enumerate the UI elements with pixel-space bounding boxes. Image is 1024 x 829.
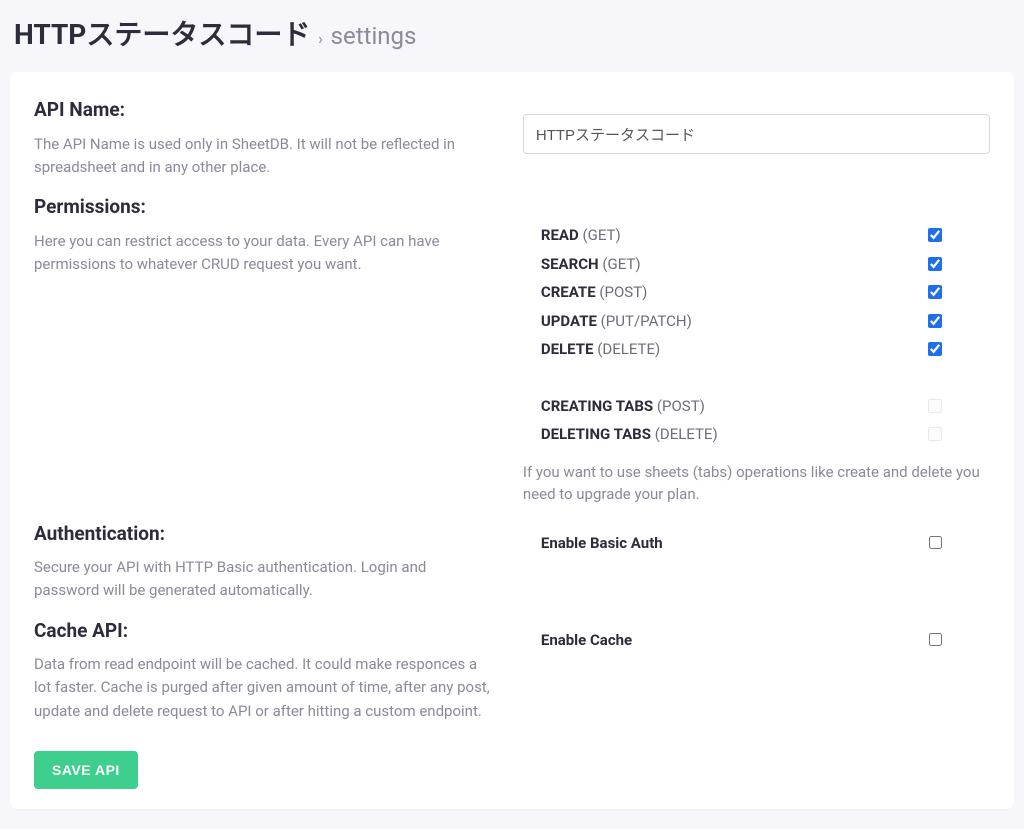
perm-creating-tabs-row: CREATING TABS (POST) <box>523 392 990 421</box>
perm-update-label: UPDATE (PUT/PATCH) <box>541 310 692 333</box>
tabs-upgrade-note: If you want to use sheets (tabs) operati… <box>523 461 990 506</box>
save-api-button[interactable]: SAVE API <box>34 751 138 789</box>
permissions-desc: Here you can restrict access to your dat… <box>34 230 493 277</box>
perm-create-label: CREATE (POST) <box>541 281 648 304</box>
breadcrumb-sub: settings <box>331 22 417 50</box>
section-cache: Cache API: Data from read endpoint will … <box>34 617 990 723</box>
settings-card: API Name: The API Name is used only in S… <box>10 72 1014 809</box>
perm-creating-tabs-checkbox <box>928 399 942 413</box>
perm-delete-row: DELETE (DELETE) <box>523 335 990 364</box>
perm-deleting-tabs-row: DELETING TABS (DELETE) <box>523 420 990 449</box>
perm-deleting-tabs-label: DELETING TABS (DELETE) <box>541 423 718 446</box>
perm-create-row: CREATE (POST) <box>523 278 990 307</box>
section-authentication: Authentication: Secure your API with HTT… <box>34 520 990 603</box>
perm-read-row: READ (GET) <box>523 221 990 250</box>
breadcrumb: HTTPステータスコード › settings <box>10 10 1014 72</box>
api-name-desc: The API Name is used only in SheetDB. It… <box>34 133 493 180</box>
perm-search-label: SEARCH (GET) <box>541 253 641 276</box>
breadcrumb-title: HTTPステータスコード <box>14 18 310 51</box>
api-name-input[interactable] <box>523 114 990 154</box>
perm-read-checkbox[interactable] <box>928 228 942 242</box>
perm-search-checkbox[interactable] <box>928 257 942 271</box>
perm-update-row: UPDATE (PUT/PATCH) <box>523 307 990 336</box>
perm-search-row: SEARCH (GET) <box>523 250 990 279</box>
tabs-permissions-list: CREATING TABS (POST) DELETING TABS (DELET… <box>523 392 990 449</box>
permissions-list: READ (GET) SEARCH (GET) CREATE (POST) UPDAT… <box>523 221 990 364</box>
permissions-heading: Permissions: <box>34 193 493 222</box>
perm-update-checkbox[interactable] <box>928 314 942 328</box>
perm-delete-label: DELETE (DELETE) <box>541 338 660 361</box>
perm-delete-checkbox[interactable] <box>928 342 942 356</box>
authentication-desc: Secure your API with HTTP Basic authenti… <box>34 556 493 603</box>
authentication-heading: Authentication: <box>34 520 493 549</box>
cache-label: Enable Cache <box>541 629 632 652</box>
perm-creating-tabs-label: CREATING TABS (POST) <box>541 395 705 418</box>
perm-create-checkbox[interactable] <box>928 285 942 299</box>
section-api-name: API Name: The API Name is used only in S… <box>34 96 990 179</box>
chevron-right-icon: › <box>318 29 323 48</box>
cache-heading: Cache API: <box>34 617 493 646</box>
basic-auth-label: Enable Basic Auth <box>541 532 663 555</box>
section-permissions: Permissions: Here you can restrict acces… <box>34 193 990 506</box>
perm-deleting-tabs-checkbox <box>928 427 942 441</box>
api-name-heading: API Name: <box>34 96 493 125</box>
cache-desc: Data from read endpoint will be cached. … <box>34 653 493 723</box>
cache-checkbox[interactable] <box>929 633 942 646</box>
perm-read-label: READ (GET) <box>541 224 621 247</box>
basic-auth-checkbox[interactable] <box>929 536 942 549</box>
